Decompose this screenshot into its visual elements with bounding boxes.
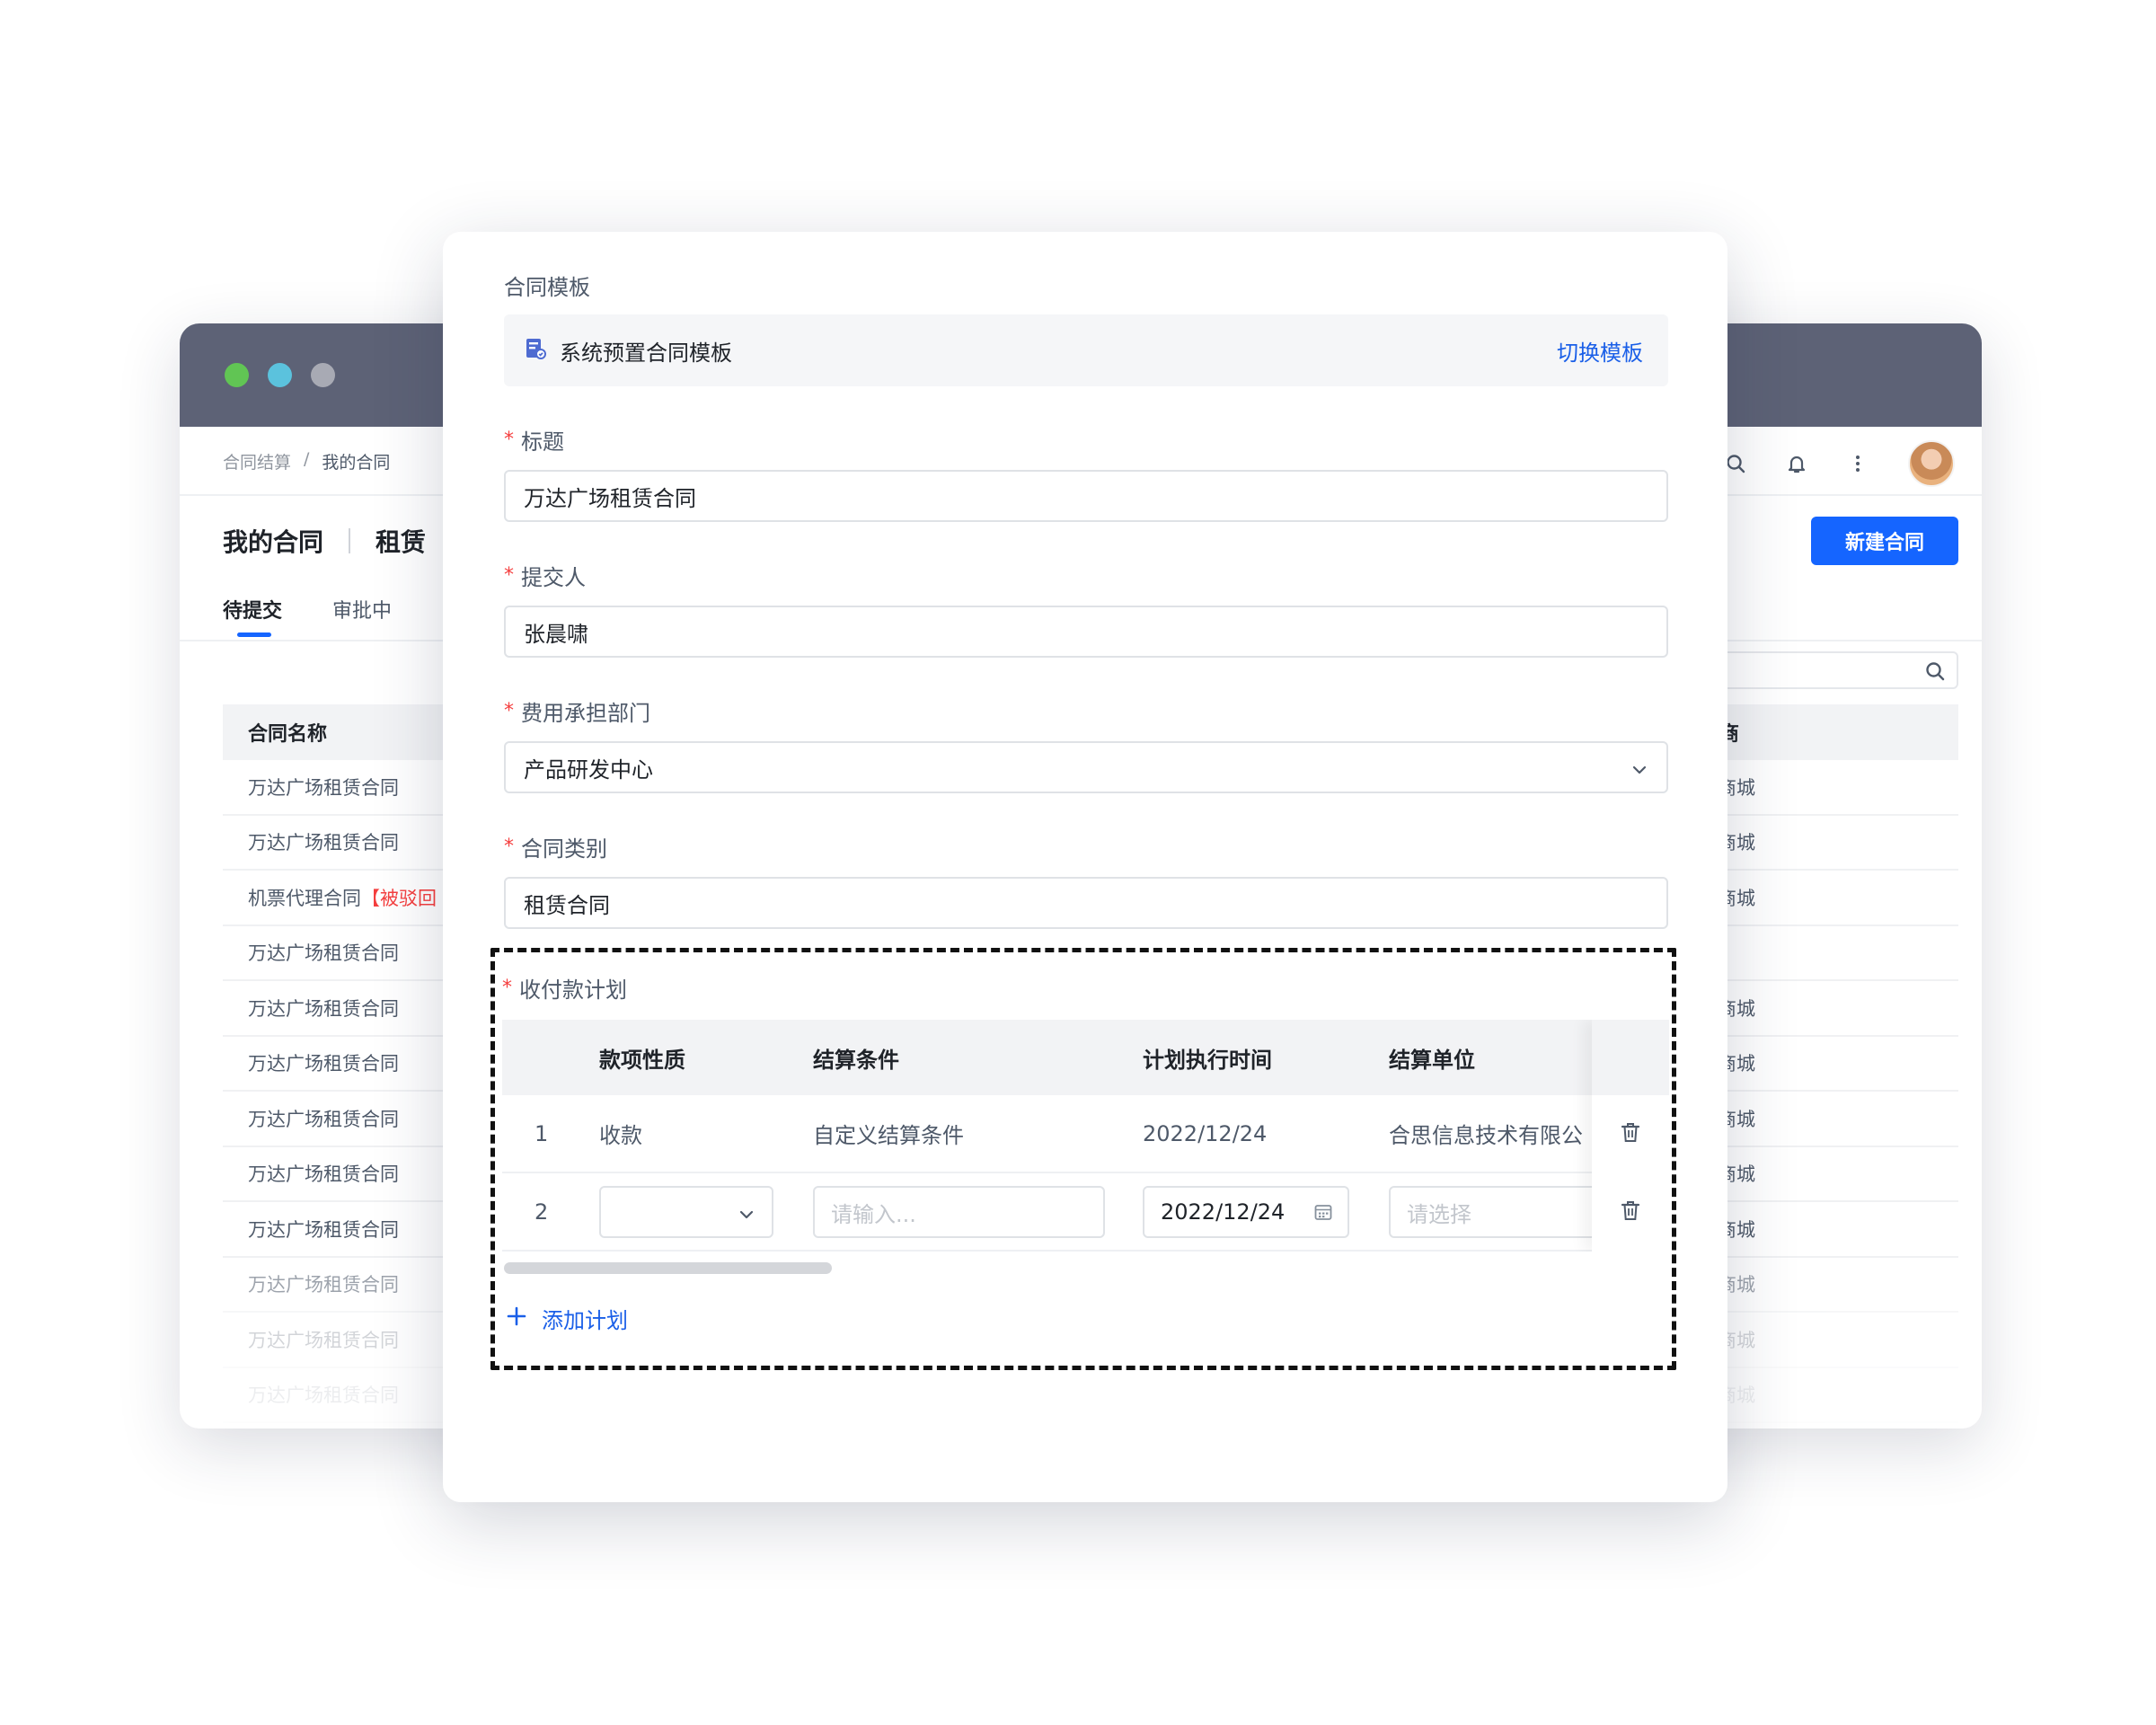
contract-name: 万达广场租赁合同 <box>248 942 399 965</box>
condition-input[interactable]: 请输入... <box>813 1186 1105 1238</box>
required-marker: * <box>504 700 514 722</box>
label-text: 费用承担部门 <box>521 701 650 726</box>
search-icon[interactable] <box>1725 453 1746 474</box>
breadcrumb-separator: / <box>304 449 310 469</box>
table-row: 1 收款 自定义结算条件 2022/12/24 合思信息技术有限公 <box>502 1095 1669 1173</box>
tab-pending-submit[interactable]: 待提交 <box>223 595 283 637</box>
category-input[interactable]: 租赁合同 <box>504 877 1668 929</box>
page-title: 我的合同 <box>223 527 324 557</box>
condition-cell: 自定义结算条件 <box>813 1123 964 1148</box>
add-plan-button[interactable]: 添加计划 <box>506 1303 628 1334</box>
breadcrumb-item-settlement[interactable]: 合同结算 <box>223 449 291 473</box>
delete-row-icon[interactable] <box>1619 1199 1642 1224</box>
submitter-input[interactable]: 张晨啸 <box>504 606 1668 658</box>
bell-icon[interactable] <box>1786 453 1807 474</box>
contract-name: 机票代理合同 <box>248 887 361 909</box>
title-input[interactable]: 万达广场租赁合同 <box>504 470 1668 522</box>
row-index: 1 <box>535 1120 549 1146</box>
contract-name: 万达广场租赁合同 <box>248 1218 399 1241</box>
template-label-text: 合同模板 <box>504 275 590 300</box>
contract-name: 万达广场租赁合同 <box>248 1329 399 1351</box>
contract-name: 万达广场租赁合同 <box>248 1274 399 1296</box>
submitter-field-label: * 提交人 <box>504 560 586 591</box>
search-icon[interactable] <box>1924 660 1946 686</box>
label-text: 提交人 <box>521 565 586 590</box>
calendar-icon <box>1313 1202 1333 1227</box>
required-marker: * <box>502 977 512 999</box>
required-marker: * <box>504 429 514 451</box>
window-close-dot[interactable] <box>311 363 335 387</box>
department-select[interactable]: 产品研发中心 <box>504 741 1668 793</box>
unit-select[interactable]: 请选择 <box>1389 1186 1604 1238</box>
action-column-header <box>1592 1020 1669 1095</box>
date-picker[interactable]: 2022/12/24 <box>1143 1186 1349 1238</box>
tab-in-approval[interactable]: 审批中 <box>332 595 392 624</box>
template-name: 系统预置合同模板 <box>560 340 732 366</box>
department-field-label: * 费用承担部门 <box>504 695 650 727</box>
payment-plan-table: 款项性质 结算条件 计划执行时间 结算单位 1 收款 自定义结算条件 2022/… <box>502 1020 1669 1252</box>
required-marker: * <box>504 564 514 587</box>
column-header-date: 计划执行时间 <box>1143 1047 1272 1073</box>
status-tabs: 待提交 审批中 <box>223 595 392 637</box>
action-column <box>1592 1020 1669 1252</box>
new-contract-button[interactable]: 新建合同 <box>1811 517 1958 565</box>
column-header-unit: 结算单位 <box>1389 1047 1475 1073</box>
nature-select[interactable] <box>599 1186 773 1238</box>
page-title-secondary: 租赁 <box>376 527 427 557</box>
breadcrumb: 合同结算 / 我的合同 <box>223 449 390 473</box>
payment-plan-section: * 收付款计划 款项性质 结算条件 计划执行时间 结算单位 1 收款 自定义结算… <box>490 948 1676 1370</box>
switch-template-link[interactable]: 切换模板 <box>1557 335 1643 367</box>
contract-name: 万达广场租赁合同 <box>248 1053 399 1075</box>
breadcrumb-item-my-contracts: 我的合同 <box>322 453 391 473</box>
chevron-down-icon <box>738 1204 755 1229</box>
document-template-icon <box>524 337 547 364</box>
category-field-label: * 合同类别 <box>504 831 607 862</box>
payment-plan-label: * 收付款计划 <box>502 972 627 1004</box>
page-title-row: 我的合同 租赁 <box>223 523 426 559</box>
window-minimize-dot[interactable] <box>268 363 292 387</box>
required-marker: * <box>504 836 514 858</box>
row-index: 2 <box>535 1199 549 1225</box>
horizontal-scrollbar[interactable] <box>504 1262 832 1274</box>
date-value: 2022/12/24 <box>1161 1199 1286 1225</box>
label-text: 收付款计划 <box>519 978 627 1003</box>
contract-name: 万达广场租赁合同 <box>248 776 399 799</box>
table-header: 款项性质 结算条件 计划执行时间 结算单位 <box>502 1020 1669 1095</box>
template-selector: 系统预置合同模板 切换模板 <box>504 314 1668 386</box>
template-label: 合同模板 <box>504 270 590 301</box>
department-value: 产品研发中心 <box>524 756 653 783</box>
title-divider <box>349 528 351 553</box>
contract-name: 万达广场租赁合同 <box>248 997 399 1020</box>
window-maximize-dot[interactable] <box>225 363 249 387</box>
column-header-condition: 结算条件 <box>813 1047 899 1073</box>
date-cell: 2022/12/24 <box>1143 1120 1268 1146</box>
rejected-tag: 【被驳回 <box>361 887 437 909</box>
contract-form-card: 合同模板 系统预置合同模板 切换模板 * 标题 万达广场租赁合同 * 提交人 张… <box>443 232 1727 1502</box>
contract-name: 万达广场租赁合同 <box>248 1384 399 1407</box>
contract-name: 万达广场租赁合同 <box>248 1163 399 1186</box>
label-text: 合同类别 <box>521 836 607 862</box>
contract-name: 万达广场租赁合同 <box>248 1108 399 1130</box>
add-plan-label: 添加计划 <box>542 1308 628 1333</box>
plus-icon <box>506 1305 527 1332</box>
contract-name: 万达广场租赁合同 <box>248 832 399 854</box>
nature-cell: 收款 <box>599 1123 642 1148</box>
active-tab-indicator <box>237 632 271 637</box>
avatar[interactable] <box>1908 440 1955 487</box>
chevron-down-icon <box>1630 759 1648 784</box>
title-field-label: * 标题 <box>504 424 564 456</box>
column-header-nature: 款项性质 <box>599 1047 685 1073</box>
tab-label: 待提交 <box>223 600 283 623</box>
label-text: 标题 <box>521 429 564 455</box>
more-vertical-icon[interactable] <box>1847 453 1869 474</box>
table-row: 2 请输入... 2022/12/24 请选择 <box>502 1173 1669 1252</box>
delete-row-icon[interactable] <box>1619 1120 1642 1146</box>
header-toolbar <box>1725 440 1955 487</box>
unit-cell: 合思信息技术有限公 <box>1389 1123 1583 1148</box>
